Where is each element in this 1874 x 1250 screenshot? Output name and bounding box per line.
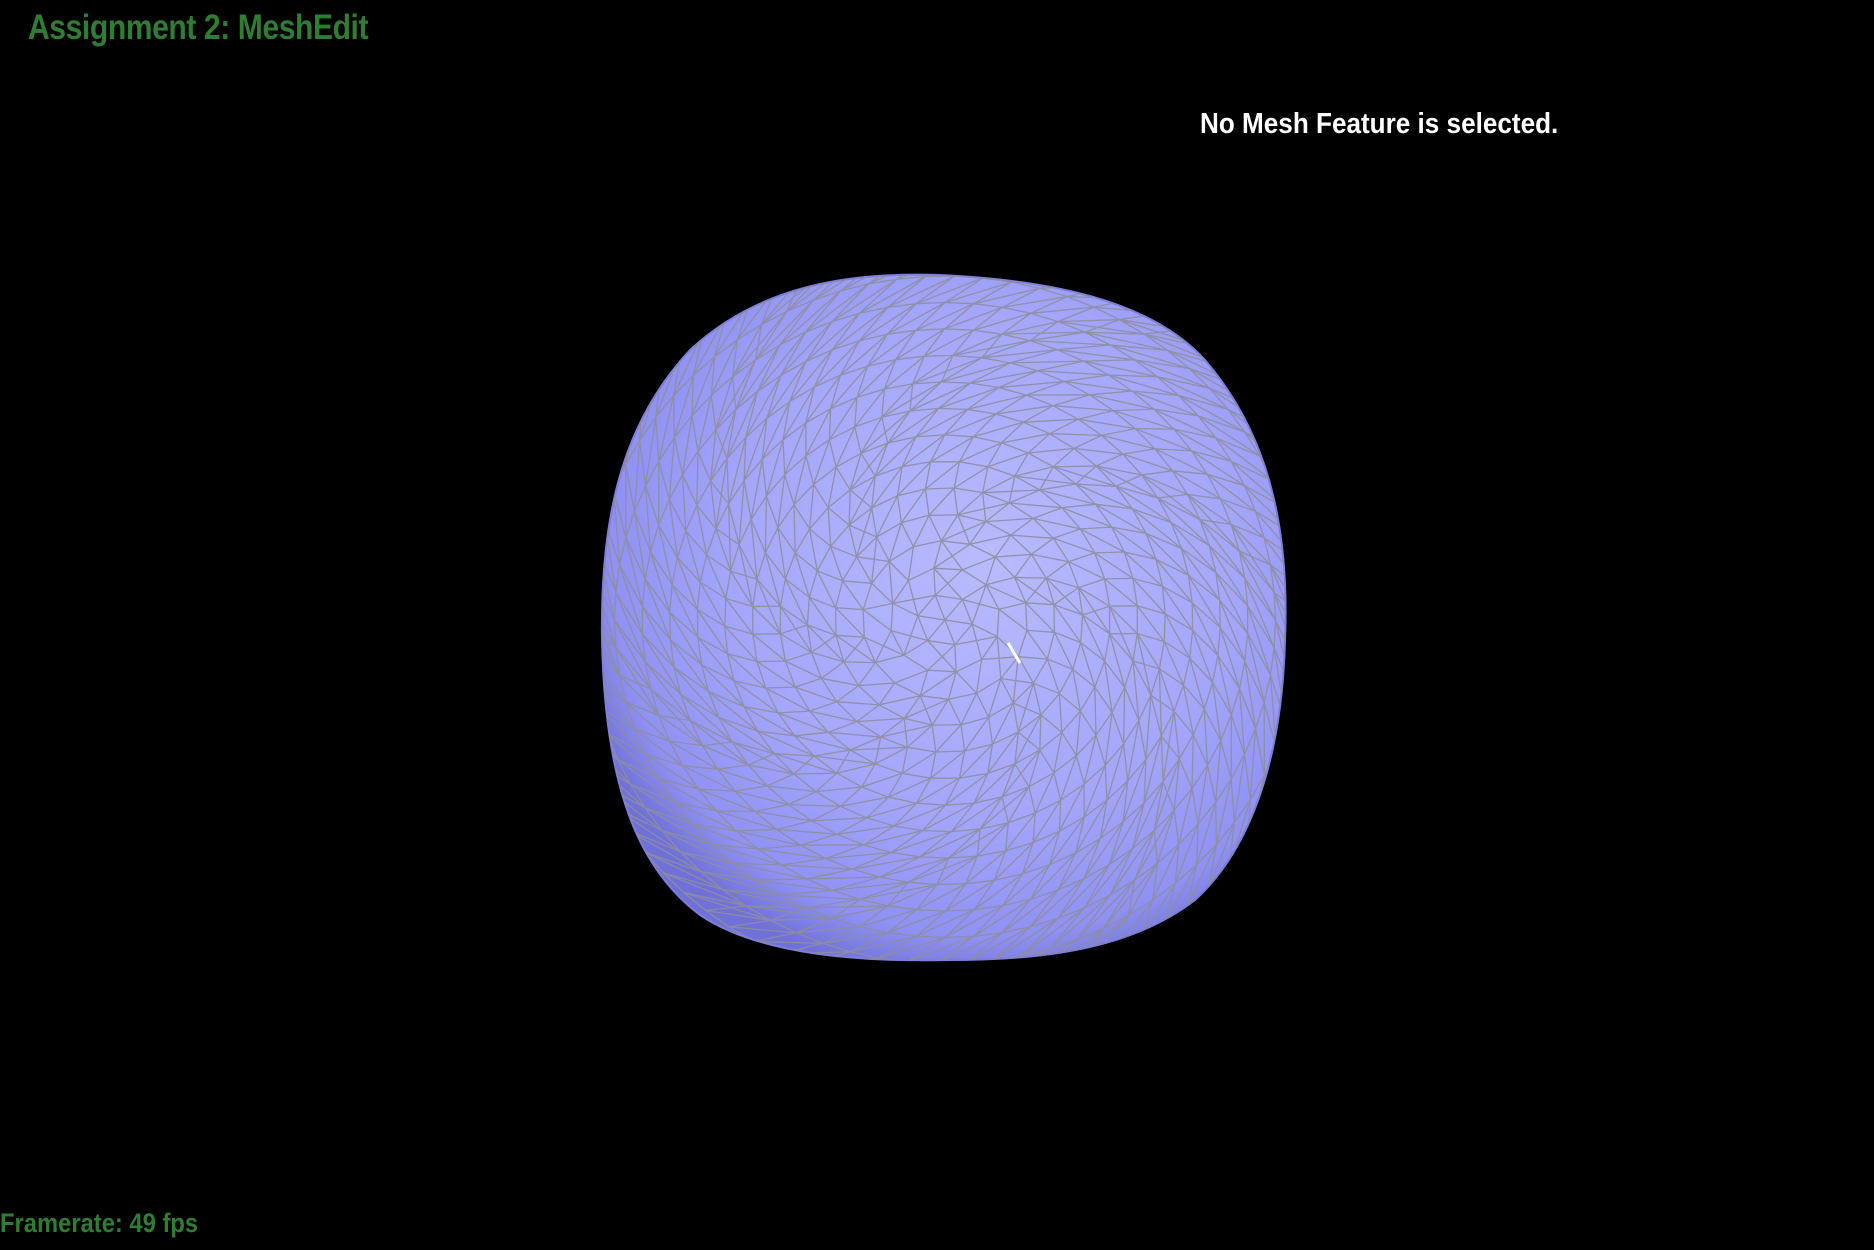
framerate-readout: Framerate: 49 fps (0, 1208, 199, 1238)
mesh-body[interactable] (559, 250, 1330, 991)
app-title: Assignment 2: MeshEdit (28, 8, 369, 47)
selection-status-text: No Mesh Feature is selected. (1200, 108, 1559, 140)
mesh-viewport[interactable]: Assignment 2: MeshEdit No Mesh Feature i… (0, 0, 1874, 1250)
mesh-canvas[interactable] (0, 0, 1874, 1250)
